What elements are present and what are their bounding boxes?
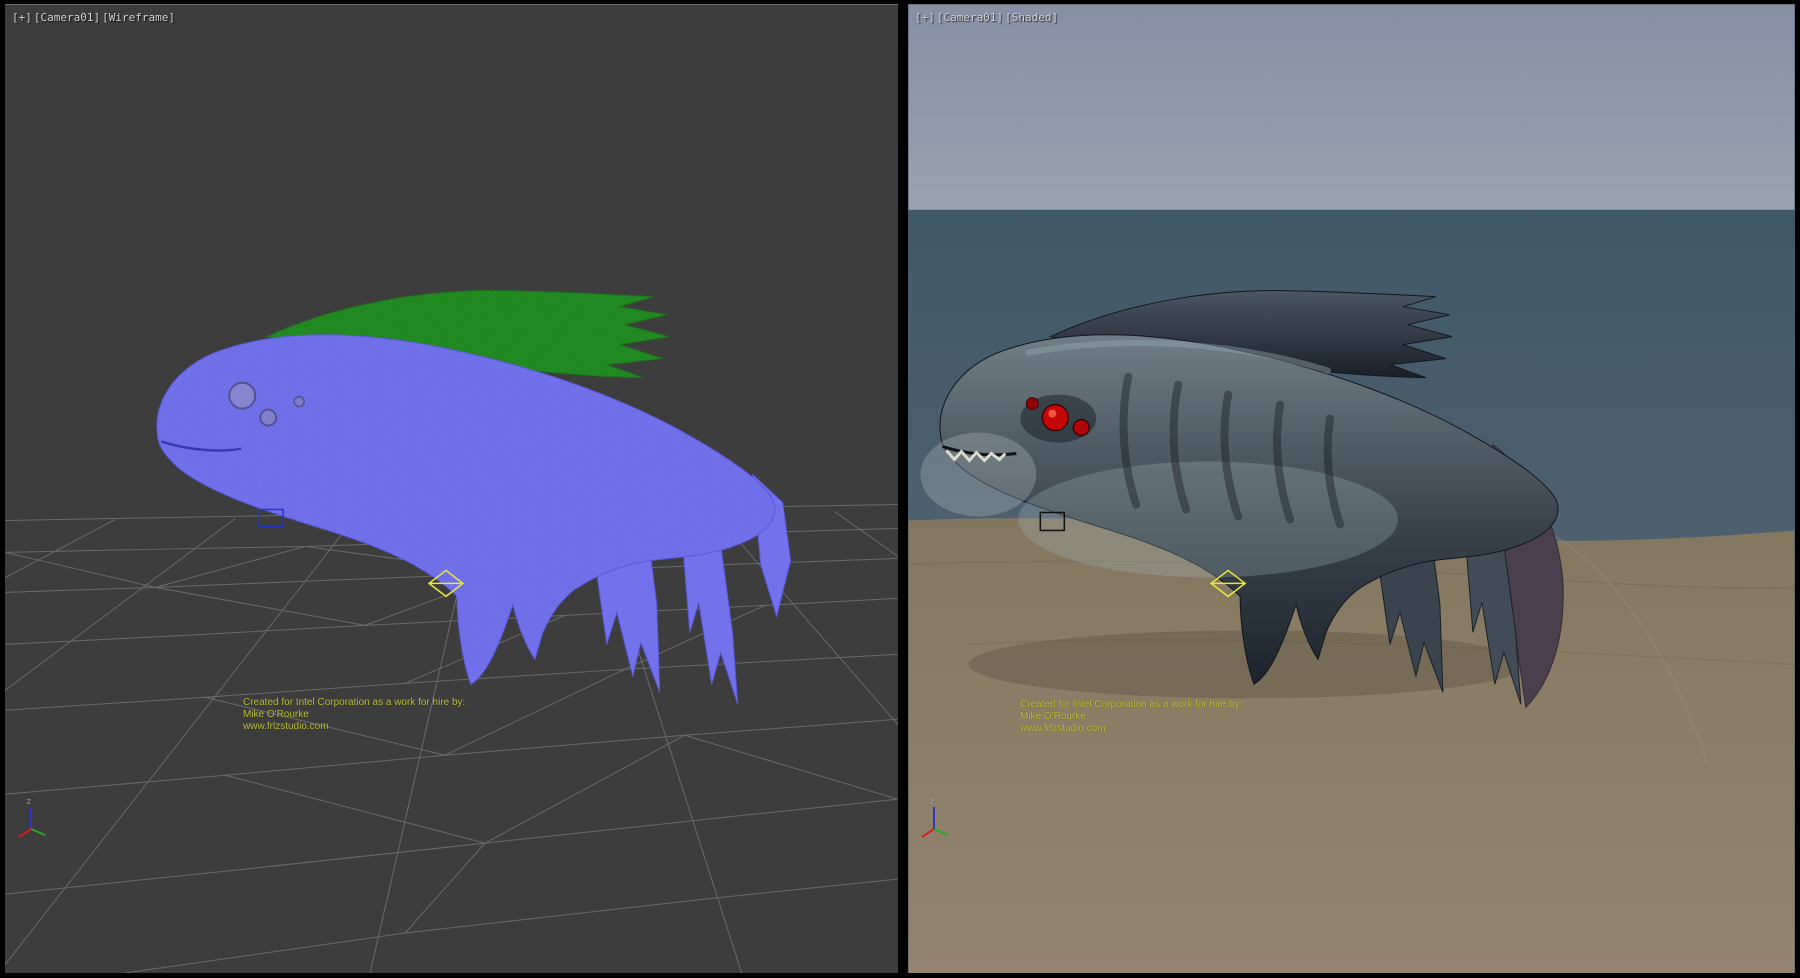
fish-eye-third (1026, 398, 1038, 410)
wireframe-scene (5, 5, 898, 973)
watermark-line-1: Created for Intel Corporation as a work … (243, 697, 465, 709)
world-axis-tripod: z (15, 793, 55, 841)
axis-y-line (31, 829, 45, 835)
head-highlight (920, 433, 1036, 517)
viewport-label: [+][Camera01][Wireframe] (12, 11, 177, 24)
fish-eye-large (1042, 405, 1068, 431)
watermark: Created for Intel Corporation as a work … (243, 697, 465, 733)
viewport-general-menu[interactable]: [+] (12, 11, 32, 24)
viewport-shading-menu[interactable]: [Wireframe] (102, 11, 175, 24)
fish-eye-small (1073, 420, 1089, 436)
viewport-wireframe[interactable]: [+][Camera01][Wireframe] (5, 4, 898, 973)
viewport-label: [+][Camera01][Shaded] (915, 11, 1060, 24)
axis-x-line (922, 829, 934, 837)
fish-eye-large (229, 383, 255, 409)
eye-highlight (1048, 410, 1056, 418)
max-viewport-workspace: { "viewports": { "wireframe": { "label_s… (0, 0, 1800, 978)
watermark-line-2: Mike O'Rourke (243, 709, 465, 721)
watermark: Created for Intel Corporation as a work … (1020, 699, 1242, 735)
viewport-general-menu[interactable]: [+] (915, 11, 935, 24)
watermark-line-3: www.frlzstudio.com (243, 721, 465, 733)
axis-z-label: z (929, 797, 934, 807)
watermark-line-1: Created for Intel Corporation as a work … (1020, 699, 1242, 711)
watermark-line-3: www.frlzstudio.com (1020, 723, 1242, 735)
fish-eye-small (260, 410, 276, 426)
viewport-pov-menu[interactable]: [Camera01] (937, 11, 1003, 24)
sky (908, 5, 1794, 212)
world-axis-tripod: z (918, 793, 958, 841)
axis-x-line (19, 829, 31, 837)
axis-z-label: z (26, 797, 31, 807)
watermark-line-2: Mike O'Rourke (1020, 711, 1242, 723)
viewport-shading-menu[interactable]: [Shaded] (1005, 11, 1058, 24)
viewport-pov-menu[interactable]: [Camera01] (34, 11, 100, 24)
fish-model[interactable] (157, 291, 791, 705)
fish-eye-third (294, 397, 304, 407)
axis-y-line (934, 829, 948, 835)
viewport-shaded[interactable]: [+][Camera01][Shaded] (908, 4, 1795, 973)
shaded-scene (908, 5, 1795, 973)
